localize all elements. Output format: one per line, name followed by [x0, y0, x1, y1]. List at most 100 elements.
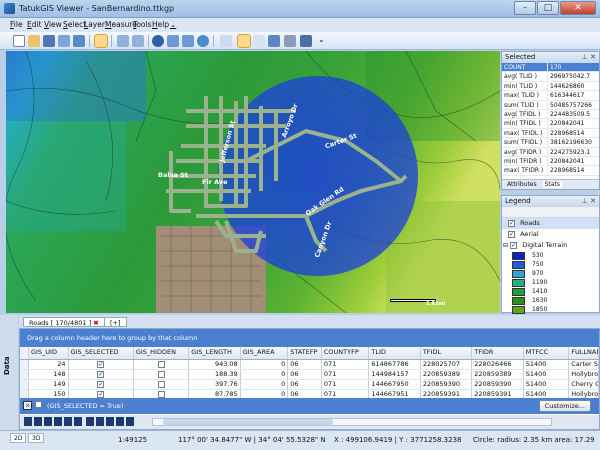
- table-cell[interactable]: 614867786: [369, 360, 421, 369]
- pin-icon[interactable]: ⊥ ✕: [582, 197, 596, 205]
- stats-row[interactable]: min( TFIDR ) 220842041: [502, 156, 599, 167]
- table-cell[interactable]: 071: [322, 380, 370, 389]
- clear-filter-icon[interactable]: ✕: [23, 401, 32, 410]
- tab-attributes[interactable]: Attributes: [507, 181, 537, 188]
- column-header[interactable]: FULLNAME: [569, 347, 599, 359]
- stats-row[interactable]: sum( TLID ) 50485757266: [502, 100, 599, 110]
- column-header[interactable]: STATEFP: [288, 347, 322, 359]
- table-cell[interactable]: Carter S: [569, 360, 599, 369]
- table-cell[interactable]: 06: [288, 370, 322, 379]
- stats-row[interactable]: min( TFIDL ) 220842041: [502, 119, 599, 129]
- data-panel-side-tab[interactable]: Data: [0, 315, 18, 430]
- next-record-icon[interactable]: [54, 417, 62, 426]
- table-cell[interactable]: 148: [29, 370, 69, 379]
- stats-row[interactable]: avg( TLID ) 296975042.7: [502, 72, 599, 82]
- table-cell[interactable]: ✓: [69, 380, 134, 389]
- minimize-button[interactable]: –: [514, 1, 536, 15]
- stats-row[interactable]: max( TLID ) 616344617: [502, 91, 599, 101]
- table-cell[interactable]: 397.76: [189, 380, 241, 389]
- table-cell[interactable]: 144667950: [369, 380, 421, 389]
- table-row[interactable]: 24 ✓ 943.08 0 06 071 614867786 228025707 2280264…: [20, 360, 599, 370]
- hidden-checkbox[interactable]: [157, 360, 165, 368]
- stats-row[interactable]: min( TLID ) 144626860: [502, 81, 599, 92]
- hidden-checkbox[interactable]: [157, 380, 165, 388]
- edit-pencil-icon[interactable]: [300, 35, 312, 47]
- table-cell[interactable]: 0: [241, 360, 289, 369]
- view-3d-tab[interactable]: 3D: [28, 433, 45, 443]
- table-row[interactable]: 148 ✓ 188.39 0 06 071 144984157 220859389 220859…: [20, 370, 599, 380]
- table-cell[interactable]: 071: [322, 360, 370, 369]
- measure-icon[interactable]: [284, 35, 296, 47]
- last-record-icon[interactable]: [74, 417, 82, 426]
- layer-checkbox[interactable]: ✓: [508, 219, 515, 227]
- table-cell[interactable]: S1400: [524, 380, 570, 389]
- selected-checkbox[interactable]: ✓: [97, 390, 105, 398]
- hidden-checkbox[interactable]: [157, 390, 165, 398]
- zoom-extent-icon[interactable]: [167, 35, 179, 47]
- menu-view[interactable]: View: [44, 20, 62, 29]
- map-canvas[interactable]: [6, 51, 500, 313]
- table-cell[interactable]: 0: [241, 370, 289, 379]
- table-cell[interactable]: 943.08: [189, 360, 241, 369]
- table-cell[interactable]: 220859390: [472, 380, 524, 389]
- stats-row[interactable]: avg( TFIDR ) 224275923.1: [502, 147, 599, 157]
- stats-row[interactable]: COUNT 170: [502, 63, 599, 73]
- column-header[interactable]: GIS_UID: [29, 347, 69, 359]
- table-cell[interactable]: 06: [288, 380, 322, 389]
- table-cell[interactable]: [134, 370, 190, 379]
- zoom-in-icon[interactable]: [237, 34, 251, 48]
- cancel-edit-icon[interactable]: [126, 417, 134, 426]
- pan-hand-icon[interactable]: [253, 35, 265, 47]
- zoom-icon[interactable]: [220, 35, 232, 47]
- table-cell[interactable]: 24: [29, 360, 69, 369]
- legend-layer-roads[interactable]: ✓ Roads: [502, 218, 599, 229]
- column-header[interactable]: TLID: [369, 347, 421, 359]
- selected-checkbox[interactable]: ✓: [97, 380, 105, 388]
- add-record-icon[interactable]: [86, 417, 94, 426]
- table-row[interactable]: 149 ✓ 397.76 0 06 071 144667950 220859390 220859…: [20, 380, 599, 390]
- menu-overflow-icon[interactable]: ⌄: [170, 20, 176, 29]
- collapse-icon[interactable]: ⊟: [503, 242, 508, 249]
- edit-record-icon[interactable]: [106, 417, 114, 426]
- paste-icon[interactable]: [132, 35, 144, 47]
- select-tool-icon[interactable]: [94, 34, 108, 48]
- table-cell[interactable]: [134, 380, 190, 389]
- customize-button[interactable]: Customize...: [538, 400, 591, 412]
- filter-enabled-checkbox[interactable]: ✓: [35, 401, 42, 408]
- table-cell[interactable]: 144984157: [369, 370, 421, 379]
- open-folder-icon[interactable]: [28, 35, 40, 47]
- new-project-icon[interactable]: [13, 35, 25, 47]
- stats-row[interactable]: max( TFIDR ) 228968514: [502, 166, 599, 176]
- hidden-checkbox[interactable]: [157, 370, 165, 378]
- menu-select[interactable]: Select: [63, 20, 86, 29]
- table-cell[interactable]: S1400: [524, 370, 570, 379]
- layer-checkbox[interactable]: ✓: [510, 241, 518, 249]
- legend-layer-aerial[interactable]: ✓ Aerial: [502, 229, 599, 240]
- stats-row[interactable]: sum( TFIDL ) 38162196630: [502, 138, 599, 148]
- layer-checkbox[interactable]: ✓: [508, 230, 515, 238]
- close-button[interactable]: ✕: [560, 1, 596, 15]
- table-cell[interactable]: 228025707: [421, 360, 473, 369]
- table-cell[interactable]: 071: [322, 370, 370, 379]
- map-scale[interactable]: 1:49125: [118, 436, 147, 444]
- column-header[interactable]: GIS_AREA: [241, 347, 289, 359]
- stats-row[interactable]: max( TFIDL ) 228968514: [502, 128, 599, 139]
- maximize-button[interactable]: □: [537, 1, 559, 15]
- table-cell[interactable]: 06: [288, 360, 322, 369]
- copy-icon[interactable]: [117, 35, 129, 47]
- table-cell[interactable]: 220859389: [421, 370, 473, 379]
- menu-help[interactable]: Help: [152, 20, 169, 29]
- map-view[interactable]: Balsa St Fir Ave Jefferson St Arroyo Dr …: [6, 51, 500, 313]
- column-header[interactable]: GIS_SELECTED: [69, 347, 134, 359]
- menu-layer[interactable]: Layer: [84, 20, 105, 29]
- refresh-icon[interactable]: [197, 35, 209, 47]
- table-cell[interactable]: Hollybrov: [569, 370, 599, 379]
- close-tab-icon[interactable]: ✖: [93, 319, 98, 327]
- tab-add[interactable]: [+]: [104, 317, 127, 327]
- tab-stats[interactable]: Stats: [542, 181, 562, 188]
- column-header[interactable]: MTFCC: [524, 347, 570, 359]
- export-icon[interactable]: [58, 35, 70, 47]
- table-cell[interactable]: 0: [241, 380, 289, 389]
- selected-checkbox[interactable]: ✓: [97, 370, 105, 378]
- table-cell[interactable]: 228026466: [472, 360, 524, 369]
